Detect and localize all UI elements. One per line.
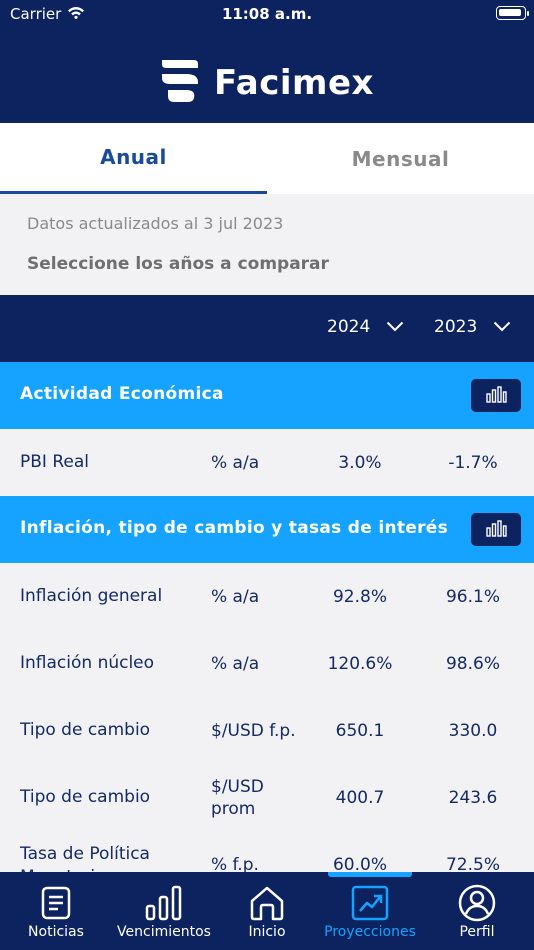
section-header-inflacion: Inflación, tipo de cambio y tasas de int… (0, 496, 534, 563)
table-row: PBI Real % a/a 3.0% -1.7% (0, 429, 534, 496)
row-value-year-1: 120.6% (327, 653, 393, 674)
facimex-logo-icon (160, 58, 200, 108)
bar-chart-icon (485, 385, 507, 407)
chevron-down-icon (386, 317, 404, 337)
row-value-year-2: 72.5% (445, 854, 500, 873)
row-label: Tipo de cambio (20, 787, 151, 807)
row-unit: % a/a (211, 653, 260, 674)
row-value-year-2: -1.7% (448, 452, 498, 473)
section-title: Inflación, tipo de cambio y tasas de int… (20, 518, 449, 538)
row-value-year-2: 96.1% (445, 586, 500, 607)
status-bar: Carrier 11:08 a.m. (0, 0, 534, 28)
row-value-year-1: 60.0% (332, 854, 387, 873)
row-label: Tipo de cambio (20, 720, 151, 740)
nav-item-vencimientos[interactable]: Vencimientos (108, 872, 220, 950)
row-label: Tasa de Política Monetaria (20, 844, 150, 872)
chart-button[interactable] (471, 379, 521, 412)
row-value-year-2: 330.0 (448, 720, 498, 741)
bar-chart-icon (144, 884, 184, 922)
trend-up-icon (351, 884, 389, 922)
app-header: Carrier 11:08 a.m. Facimex (0, 0, 534, 123)
period-tabs: Anual Mensual (0, 123, 534, 194)
row-unit: % a/a (211, 586, 260, 607)
nav-label: Perfil (459, 924, 495, 940)
nav-label: Noticias (28, 924, 84, 940)
home-icon (248, 884, 286, 922)
updated-date-text: Datos actualizados al 3 jul 2023 (27, 214, 284, 233)
table-row: Tipo de cambio $/USD prom 400.7 243.6 (0, 764, 534, 831)
nav-item-perfil[interactable]: Perfil (436, 872, 518, 950)
projections-list[interactable]: Actividad Económica PBI Real % a/a 3.0% … (0, 362, 534, 872)
year-select-2[interactable]: 2023 (434, 317, 511, 337)
nav-item-noticias[interactable]: Noticias (10, 872, 102, 950)
row-value-year-2: 243.6 (448, 787, 498, 808)
brand-logo: Facimex (0, 58, 534, 108)
nav-item-inicio[interactable]: Inicio (226, 872, 308, 950)
chevron-down-icon (493, 317, 511, 337)
row-value-year-1: 400.7 (335, 787, 385, 808)
bottom-tab-bar: Noticias Vencimientos Inicio Proyeccione… (0, 872, 534, 950)
tab-anual[interactable]: Anual (0, 123, 267, 194)
row-label: Inflación general (20, 586, 163, 606)
row-unit: $/USD prom (211, 776, 264, 819)
row-unit: $/USD f.p. (211, 720, 296, 741)
row-value-year-1: 650.1 (335, 720, 385, 741)
table-row: Tipo de cambio $/USD f.p. 650.1 330.0 (0, 697, 534, 764)
row-label: Inflación núcleo (20, 653, 155, 673)
table-row: Inflación núcleo % a/a 120.6% 98.6% (0, 630, 534, 697)
table-row: Inflación general % a/a 92.8% 96.1% (0, 563, 534, 630)
year-selector-bar: 2024 2023 (0, 295, 534, 362)
battery-icon (496, 6, 529, 20)
row-value-year-2: 98.6% (445, 653, 500, 674)
nav-label: Proyecciones (324, 924, 416, 940)
year-select-1-value: 2024 (327, 317, 371, 337)
chart-button[interactable] (471, 513, 521, 546)
section-header-actividad: Actividad Económica (0, 362, 534, 429)
row-unit: % f.p. (211, 854, 259, 873)
table-row: Tasa de Política Monetaria % f.p. 60.0% … (0, 831, 534, 872)
info-panel: Datos actualizados al 3 jul 2023 Selecci… (0, 194, 534, 295)
news-icon (41, 884, 71, 922)
section-title: Actividad Económica (20, 384, 224, 404)
row-unit: % a/a (211, 452, 260, 473)
tab-mensual[interactable]: Mensual (267, 123, 534, 194)
bar-chart-icon (485, 519, 507, 541)
nav-item-proyecciones[interactable]: Proyecciones (316, 872, 424, 950)
compare-prompt: Seleccione los años a comparar (27, 254, 329, 274)
row-value-year-1: 3.0% (338, 452, 382, 473)
brand-name: Facimex (214, 63, 374, 103)
status-time: 11:08 a.m. (221, 5, 313, 23)
row-label: PBI Real (20, 452, 89, 472)
row-value-year-1: 92.8% (332, 586, 387, 607)
user-icon (457, 884, 497, 922)
year-select-2-value: 2023 (434, 317, 478, 337)
year-select-1[interactable]: 2024 (327, 317, 404, 337)
nav-label: Vencimientos (117, 924, 211, 940)
nav-label: Inicio (248, 924, 286, 940)
